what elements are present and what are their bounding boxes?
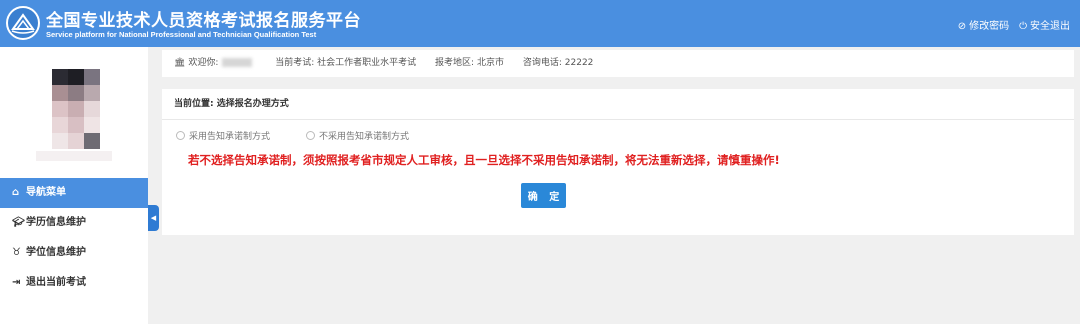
- registration-method-panel: 当前位置: 选择报名办理方式 采用告知承诺制方式 不采用告知承诺制方式 若不选择…: [162, 89, 1074, 235]
- username-blurred: [222, 58, 253, 67]
- method-options: 采用告知承诺制方式 不采用告知承诺制方式: [176, 129, 409, 142]
- region-value: 北京市: [476, 58, 504, 68]
- phone-label: 咨询电话:: [522, 58, 562, 68]
- header-actions: ⊘ 修改密码 ⏻ 安全退出: [958, 17, 1070, 32]
- radio-no-commitment[interactable]: 不采用告知承诺制方式: [306, 129, 409, 142]
- sidebar-item-education-info[interactable]: 🎓︎学历信息维护: [0, 208, 148, 238]
- warning-message: 若不选择告知承诺制，须按照报考省市规定人工审核，且一旦选择不采用告知承诺制，将无…: [188, 153, 780, 167]
- bank-icon: 🏛︎: [174, 58, 186, 68]
- exam-label: 当前考试:: [275, 58, 315, 68]
- phone-value: 22222: [564, 58, 594, 68]
- confirm-button[interactable]: 确 定: [521, 183, 566, 208]
- platform-subtitle: Service platform for National Profession…: [46, 30, 317, 39]
- check-circle-icon: ⊘: [957, 21, 967, 32]
- nav-menu: ⌂ 导航菜单 🎓︎学历信息维护 ♉︎ 学位信息维护 ⇥ 退出当前考试: [0, 178, 148, 298]
- user-avatar: [36, 55, 112, 167]
- chevron-left-icon: ◀: [150, 214, 157, 222]
- power-icon: ⏻: [1019, 21, 1027, 32]
- top-header: 全国专业技术人员资格考试报名服务平台 Service platform for …: [0, 0, 1080, 47]
- nav-menu-header[interactable]: ⌂ 导航菜单: [0, 178, 148, 208]
- radio-circle[interactable]: [306, 131, 316, 140]
- graduation-cap-icon: 🎓︎: [12, 217, 25, 228]
- radio-use-commitment[interactable]: 采用告知承诺制方式: [176, 129, 270, 142]
- sidebar-item-exit-exam[interactable]: ⇥ 退出当前考试: [0, 268, 148, 298]
- platform-title: 全国专业技术人员资格考试报名服务平台: [46, 11, 361, 31]
- exam-value: 社会工作者职业水平考试: [317, 58, 417, 68]
- change-password-link[interactable]: ⊘ 修改密码: [958, 17, 1009, 32]
- breadcrumb: 当前位置: 选择报名办理方式: [162, 89, 1074, 120]
- logout-link[interactable]: ⏻ 安全退出: [1019, 17, 1070, 32]
- region-label: 报考地区:: [435, 58, 475, 68]
- home-icon: ⌂: [12, 187, 20, 198]
- user-info-bar: 🏛︎ 欢迎你: 当前考试: 社会工作者职业水平考试 报考地区: 北京市 咨询电话…: [162, 50, 1074, 77]
- welcome-label: 欢迎你:: [188, 58, 219, 68]
- degree-icon: ♉︎: [12, 247, 21, 258]
- exit-icon: ⇥: [12, 277, 21, 288]
- sidebar-collapse-toggle[interactable]: ◀: [148, 205, 159, 231]
- platform-logo-icon: [6, 6, 40, 40]
- left-sidebar: ⌂ 导航菜单 🎓︎学历信息维护 ♉︎ 学位信息维护 ⇥ 退出当前考试: [0, 47, 148, 324]
- sidebar-item-degree-info[interactable]: ♉︎ 学位信息维护: [0, 238, 148, 268]
- radio-circle[interactable]: [176, 131, 185, 140]
